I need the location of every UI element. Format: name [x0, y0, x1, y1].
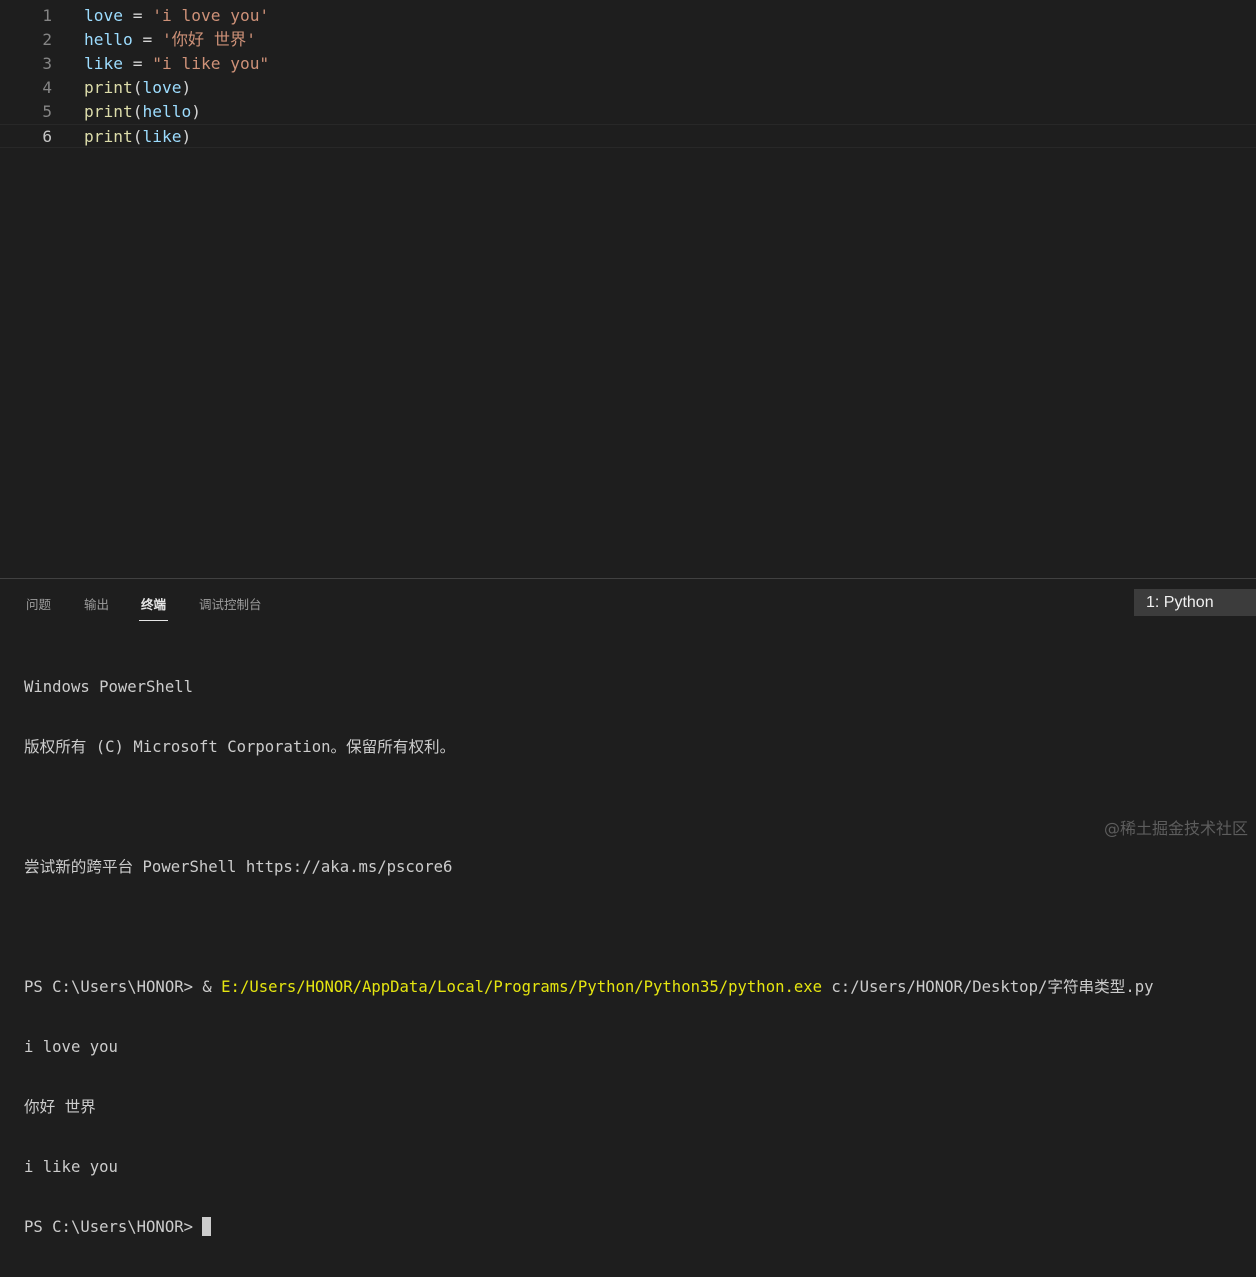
terminal-hint-line: 尝试新的跨平台 PowerShell https://aka.ms/pscore… [24, 858, 453, 876]
code-token: print [84, 102, 133, 121]
code-token: hello [84, 30, 133, 49]
line-number: 5 [42, 102, 52, 121]
code-text: print(love) [84, 76, 191, 100]
panel-tabs: 问题 输出 终端 调试控制台 [0, 579, 900, 623]
code-token: ) [181, 127, 192, 146]
editor-top-edge [0, 0, 1256, 3]
code-text: print(like) [84, 125, 191, 149]
watermark: @稀土掘金技术社区 [1103, 819, 1248, 838]
tab-debug-console[interactable]: 调试控制台 [199, 594, 262, 613]
code-token: print [84, 127, 133, 146]
code-token: like [84, 54, 123, 73]
code-token: ) [191, 102, 201, 121]
line-number: 1 [42, 6, 52, 25]
code-text: love = 'i love you' [84, 4, 269, 28]
terminal-output-line: i like you [24, 1158, 118, 1176]
terminal-cursor [202, 1217, 212, 1236]
code-token: love [84, 6, 123, 25]
code-editor[interactable]: 1 love = 'i love you' 2 hello = '你好 世界' 3 lik… [0, 0, 1256, 578]
terminal-exe-path: E:/Users/HONOR/AppData/Local/Programs/Py… [221, 978, 823, 996]
terminal-prompt: PS C:\Users\HONOR> [24, 978, 203, 996]
terminal-final-prompt-line: PS C:\Users\HONOR> [24, 1217, 1244, 1237]
terminal-call-operator: & [202, 978, 222, 996]
code-token: print [84, 78, 133, 97]
code-token: "i like you" [152, 54, 270, 73]
line-number: 3 [42, 54, 52, 73]
line-number: 4 [42, 78, 52, 97]
terminal-script-arg: c:/Users/HONOR/Desktop/字符串类型.py [822, 978, 1154, 996]
terminal-command-line: PS C:\Users\HONOR> & E:/Users/HONOR/AppD… [24, 977, 1244, 997]
code-line[interactable]: 6 print(like) [0, 124, 1256, 148]
terminal-output-line: 你好 世界 [24, 1098, 96, 1116]
terminal-selector[interactable]: 1: Python [1134, 589, 1256, 616]
code-token: hello [142, 102, 192, 121]
code-token: = [132, 30, 162, 49]
code-token: ) [181, 78, 192, 97]
code-line[interactable]: 4 print(love) [0, 76, 1256, 100]
terminal-header-line: Windows PowerShell [24, 678, 193, 696]
tab-problems[interactable]: 问题 [26, 594, 51, 613]
code-text: like = "i like you" [84, 52, 269, 76]
code-line[interactable]: 2 hello = '你好 世界' [0, 28, 1256, 52]
line-number: 6 [42, 127, 52, 146]
terminal-output-line: i love you [24, 1038, 118, 1056]
tab-output[interactable]: 输出 [84, 594, 109, 613]
bottom-panel: 问题 输出 终端 调试控制台 1: Python Windows PowerSh… [0, 578, 1256, 1236]
code-line[interactable]: 5 print(hello) [0, 100, 1256, 124]
code-text: print(hello) [84, 100, 201, 124]
code-token: '你好 世界' [161, 30, 256, 49]
code-token: = [122, 54, 153, 73]
code-line[interactable]: 1 love = 'i love you' [0, 4, 1256, 28]
terminal-output[interactable]: Windows PowerShell 版权所有 (C) Microsoft Co… [24, 637, 1244, 1277]
tab-terminal[interactable]: 终端 [138, 594, 169, 621]
code-token: like [142, 127, 182, 146]
code-text: hello = '你好 世界' [84, 28, 256, 52]
code-token: 'i love you' [152, 6, 270, 25]
terminal-copyright-line: 版权所有 (C) Microsoft Corporation。保留所有权利。 [24, 738, 456, 756]
code-token: love [142, 78, 182, 97]
terminal-prompt: PS C:\Users\HONOR> [24, 1218, 203, 1236]
code-line[interactable]: 3 like = "i like you" [0, 52, 1256, 76]
line-number: 2 [42, 30, 52, 49]
code-token: = [122, 6, 153, 25]
